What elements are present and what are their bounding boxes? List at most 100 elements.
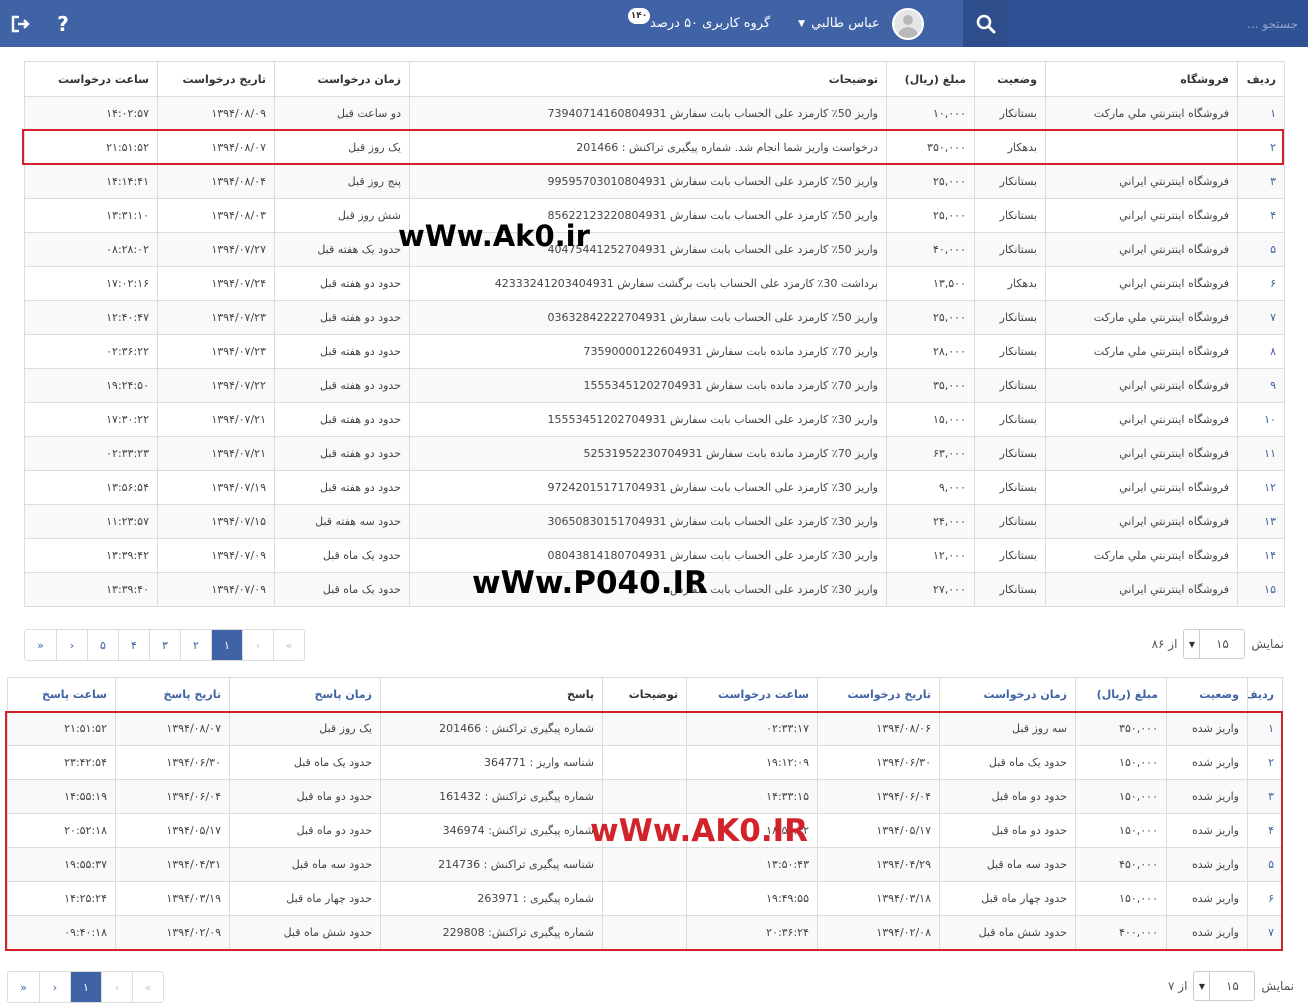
table-row[interactable]: ۱۲ فروشگاه اينترنتي ايراني بستانکار ۹,۰۰۰ وا…: [24, 470, 1285, 505]
user-menu[interactable]: ۱۴۰ گروه کاربری ۵۰ درصد ▼ عباس طالبي: [628, 0, 924, 47]
table-cell: ۱۳۹۴/۰۷/۲۳: [157, 334, 275, 369]
table-cell: ۱۳۹۴/۰۸/۰۹: [157, 96, 275, 131]
table-cell: بستانکار: [974, 96, 1046, 131]
page-size-value: ۱۵: [1225, 979, 1239, 993]
table-cell: حدود یک ماه قبل: [274, 538, 410, 573]
prev-page-button[interactable]: ‹: [242, 630, 273, 660]
column-header: تاریخ درخواست: [157, 61, 275, 97]
table-row[interactable]: ۶ فروشگاه اينترنتي ايراني بدهکار ۱۳,۵۰۰ بردا…: [24, 266, 1285, 301]
column-header: فروشگاه: [1045, 61, 1238, 97]
table-row[interactable]: ۳ فروشگاه اينترنتي ايراني بستانکار ۲۵,۰۰۰ وا…: [24, 164, 1285, 199]
group-label: گروه کاربری ۵۰ درصد: [650, 16, 771, 31]
table-row[interactable]: ۹ فروشگاه اينترنتي ايراني بستانکار ۳۵,۰۰۰ وا…: [24, 368, 1285, 403]
table-cell: حدود دو هفته قبل: [274, 402, 410, 437]
page-button[interactable]: ۱: [211, 630, 242, 660]
table-cell: ۲۷,۰۰۰: [886, 572, 975, 607]
last-page-button[interactable]: »: [25, 630, 56, 660]
table-cell: برداشت 30٪ کارمزد علی الحساب بابت برگشت …: [409, 266, 887, 301]
user-name[interactable]: عباس طالبي: [811, 16, 880, 31]
page-button[interactable]: ۲: [180, 630, 211, 660]
table-cell: فروشگاه اينترنتي ايراني: [1045, 504, 1238, 539]
column-header: ردیف: [1237, 61, 1285, 97]
page-size-label: نمایش: [1251, 637, 1284, 651]
chevron-down-icon[interactable]: ▼: [1184, 630, 1201, 658]
page-button[interactable]: ۴: [118, 630, 149, 660]
page-size-select[interactable]: ▼ ۱۵: [1183, 629, 1246, 659]
table-cell: ۱۴:۰۲:۵۷: [24, 96, 158, 131]
row-number: ۱۲: [1237, 470, 1285, 505]
table-cell: فروشگاه اينترنتي ايراني: [1045, 266, 1238, 301]
page-button[interactable]: ۱: [70, 972, 101, 1002]
column-header: پاسخ: [380, 677, 603, 712]
page-size-value: ۱۵: [1215, 637, 1229, 651]
requests-header-row: ردیف فروشگاه وضعیت مبلغ (ریال) توضیحات زمان د…: [24, 61, 1285, 97]
table-cell: ۱۳۹۴/۰۷/۱۹: [157, 470, 275, 505]
table-row[interactable]: ۸ فروشگاه اينترنتي ملي مارکت بستانکار ۲۸,۰۰…: [24, 334, 1285, 369]
table-cell: بستانکار: [974, 402, 1046, 437]
chevron-down-icon[interactable]: ▼: [1194, 972, 1211, 1000]
first-page-button[interactable]: «: [132, 972, 163, 1002]
logout-icon: [11, 15, 30, 32]
prev-page-button[interactable]: ‹: [101, 972, 132, 1002]
table-cell: واریز 70٪ کارمزد مانده بابت سفارش 735900…: [409, 334, 887, 369]
column-header: توضیحات: [409, 61, 887, 97]
table-cell: دو ساعت قبل: [274, 96, 410, 131]
table-row[interactable]: ۷ فروشگاه اينترنتي ملي مارکت بستانکار ۲۵,۰۰…: [24, 300, 1285, 335]
table-cell: واریز 30٪ کارمزد علی الحساب بابت سفارش 9…: [409, 470, 887, 505]
table-cell: بستانکار: [974, 504, 1046, 539]
search-button[interactable]: [963, 0, 1009, 47]
column-header: زمان درخواست: [274, 61, 410, 97]
total-count: از ۸۶: [1151, 637, 1178, 651]
first-page-button[interactable]: «: [273, 630, 304, 660]
table-row[interactable]: ۱۰ فروشگاه اينترنتي ايراني بستانکار ۱۵,۰۰۰ و…: [24, 402, 1285, 437]
table-cell: حدود یک هفته قبل: [274, 232, 410, 267]
table-cell: ۲۵,۰۰۰: [886, 164, 975, 199]
table-cell: ۱۵,۰۰۰: [886, 402, 975, 437]
search-input[interactable]: [1009, 0, 1308, 47]
row-number: ۱۰: [1237, 402, 1285, 437]
table-row[interactable]: ۱۱ فروشگاه اينترنتي ايراني بستانکار ۶۳,۰۰۰ و…: [24, 436, 1285, 471]
table-cell: ۱۳:۵۶:۵۴: [24, 470, 158, 505]
table-cell: ۱۳۹۴/۰۷/۲۱: [157, 436, 275, 471]
table-cell: فروشگاه اينترنتي ايراني: [1045, 402, 1238, 437]
page-size-label: نمایش: [1261, 979, 1294, 993]
help-button[interactable]: ?: [42, 0, 84, 47]
user-group: ۱۴۰ گروه کاربری ۵۰ درصد: [628, 8, 771, 31]
user-avatar[interactable]: [891, 7, 924, 40]
caret-down-icon[interactable]: ▼: [798, 19, 805, 29]
payouts-pagination: » › ۱ ‹ «: [7, 971, 164, 1003]
table-row[interactable]: ۱ فروشگاه اينترنتي ملي مارکت بستانکار ۱۰,۰۰…: [24, 96, 1285, 131]
table-cell: بستانکار: [974, 300, 1046, 335]
column-header: توضیحات: [602, 677, 687, 712]
next-page-button[interactable]: ›: [56, 630, 87, 660]
search-icon: [976, 14, 996, 33]
table-cell: فروشگاه اينترنتي ملي مارکت: [1045, 300, 1238, 335]
table-cell: بدهکار: [974, 266, 1046, 301]
table-cell: ۱۳:۳۹:۴۲: [24, 538, 158, 573]
row-number: ۵: [1237, 232, 1285, 267]
row-number: ۸: [1237, 334, 1285, 369]
page-button[interactable]: ۳: [149, 630, 180, 660]
table-row[interactable]: ۵ فروشگاه اينترنتي ايراني بستانکار ۴۰,۰۰۰ وا…: [24, 232, 1285, 267]
table-row[interactable]: ۴ فروشگاه اينترنتي ايراني بستانکار ۲۵,۰۰۰ وا…: [24, 198, 1285, 233]
column-header: تاریخ پاسخ: [115, 677, 230, 712]
table-cell: بستانکار: [974, 164, 1046, 199]
logout-button[interactable]: [0, 0, 42, 47]
column-header: تاریخ درخواست: [817, 677, 940, 712]
payouts-header-row: ردیف وضعیت مبلغ (ریال) زمان درخواست تاریخ در…: [7, 677, 1283, 712]
table-cell: ۱۲:۴۰:۴۷: [24, 300, 158, 335]
next-page-button[interactable]: ›: [39, 972, 70, 1002]
table-cell: بستانکار: [974, 334, 1046, 369]
table-cell: حدود دو هفته قبل: [274, 368, 410, 403]
last-page-button[interactable]: »: [8, 972, 39, 1002]
table-cell: ۱۰,۰۰۰: [886, 96, 975, 131]
page-button[interactable]: ۵: [87, 630, 118, 660]
table-cell: بستانکار: [974, 232, 1046, 267]
table-cell: ۱۳:۳۱:۱۰: [24, 198, 158, 233]
table-cell: فروشگاه اينترنتي ايراني: [1045, 164, 1238, 199]
table-cell: فروشگاه اينترنتي ايراني: [1045, 198, 1238, 233]
table-cell: ۱۳۹۴/۰۷/۲۲: [157, 368, 275, 403]
table-cell: ۱۲,۰۰۰: [886, 538, 975, 573]
table-row[interactable]: ۱۳ فروشگاه اينترنتي ايراني بستانکار ۲۴,۰۰۰ و…: [24, 504, 1285, 539]
page-size-select[interactable]: ▼ ۱۵: [1193, 971, 1256, 1001]
